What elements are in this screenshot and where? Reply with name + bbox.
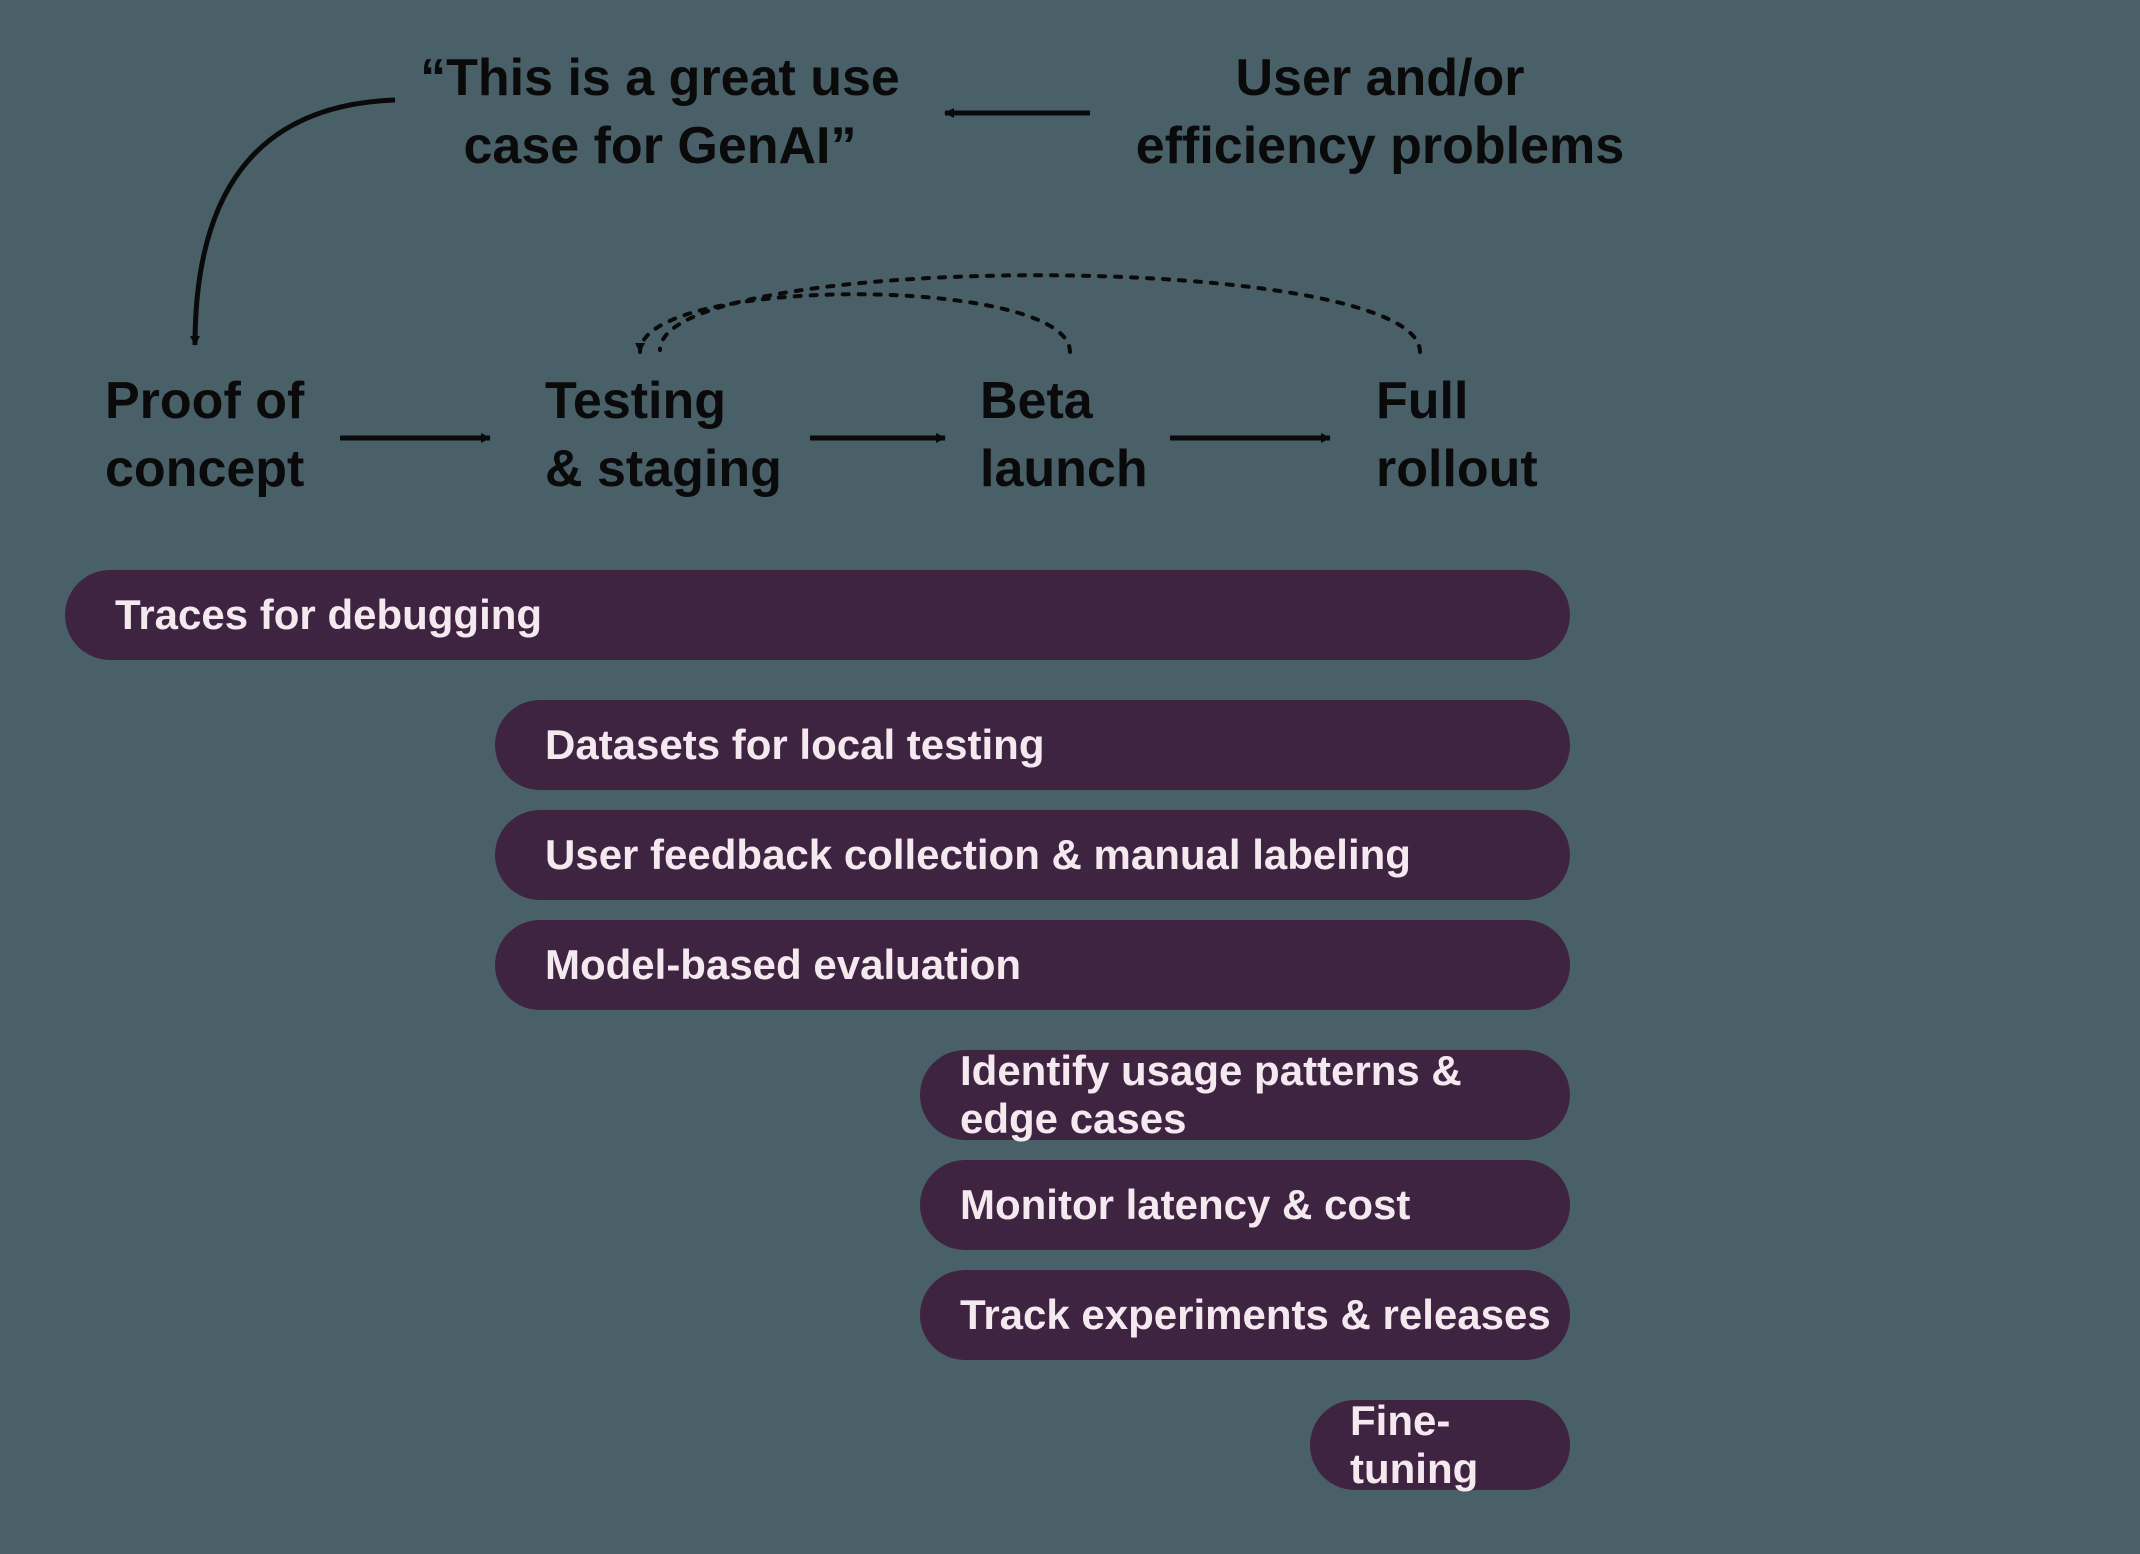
beta-line-2: launch [980, 440, 1148, 498]
pill-experiments: Track experiments & releases [920, 1270, 1570, 1360]
arrow-beta-back-to-testing [640, 294, 1070, 352]
pill-datasets-label: Datasets for local testing [545, 721, 1044, 769]
poc-line-1: Proof of [105, 372, 304, 430]
testing-line-1: Testing [545, 372, 726, 430]
arrow-rollout-back-to-testing [660, 275, 1420, 352]
pill-feedback: User feedback collection & manual labeli… [495, 810, 1570, 900]
problems-text: User and/or efficiency problems [1120, 45, 1640, 180]
arrow-quote-to-poc [195, 100, 395, 345]
pill-traces: Traces for debugging [65, 570, 1570, 660]
problems-line-2: efficiency problems [1136, 117, 1624, 175]
rollout-line-2: rollout [1376, 440, 1538, 498]
pill-patterns-label: Identify usage patterns & edge cases [960, 1047, 1570, 1143]
stage-proof-of-concept: Proof of concept [105, 368, 304, 503]
poc-line-2: concept [105, 440, 304, 498]
pill-finetuning-label: Fine-tuning [1350, 1397, 1570, 1493]
pill-evaluation-label: Model-based evaluation [545, 941, 1021, 989]
problems-line-1: User and/or [1236, 49, 1525, 107]
pill-feedback-label: User feedback collection & manual labeli… [545, 831, 1411, 879]
pill-latency: Monitor latency & cost [920, 1160, 1570, 1250]
pill-finetuning: Fine-tuning [1310, 1400, 1570, 1490]
pill-evaluation: Model-based evaluation [495, 920, 1570, 1010]
pill-latency-label: Monitor latency & cost [960, 1181, 1410, 1229]
testing-line-2: & staging [545, 440, 782, 498]
stage-full-rollout: Full rollout [1376, 368, 1538, 503]
pill-traces-label: Traces for debugging [115, 591, 542, 639]
stage-beta-launch: Beta launch [980, 368, 1148, 503]
pill-patterns: Identify usage patterns & edge cases [920, 1050, 1570, 1140]
quote-line-1: “This is a great use [420, 49, 900, 107]
pill-datasets: Datasets for local testing [495, 700, 1570, 790]
stage-testing-staging: Testing & staging [545, 368, 782, 503]
quote-line-2: case for GenAI” [463, 117, 856, 175]
rollout-line-1: Full [1376, 372, 1468, 430]
pill-experiments-label: Track experiments & releases [960, 1291, 1551, 1339]
beta-line-1: Beta [980, 372, 1093, 430]
quote-text: “This is a great use case for GenAI” [400, 45, 920, 180]
